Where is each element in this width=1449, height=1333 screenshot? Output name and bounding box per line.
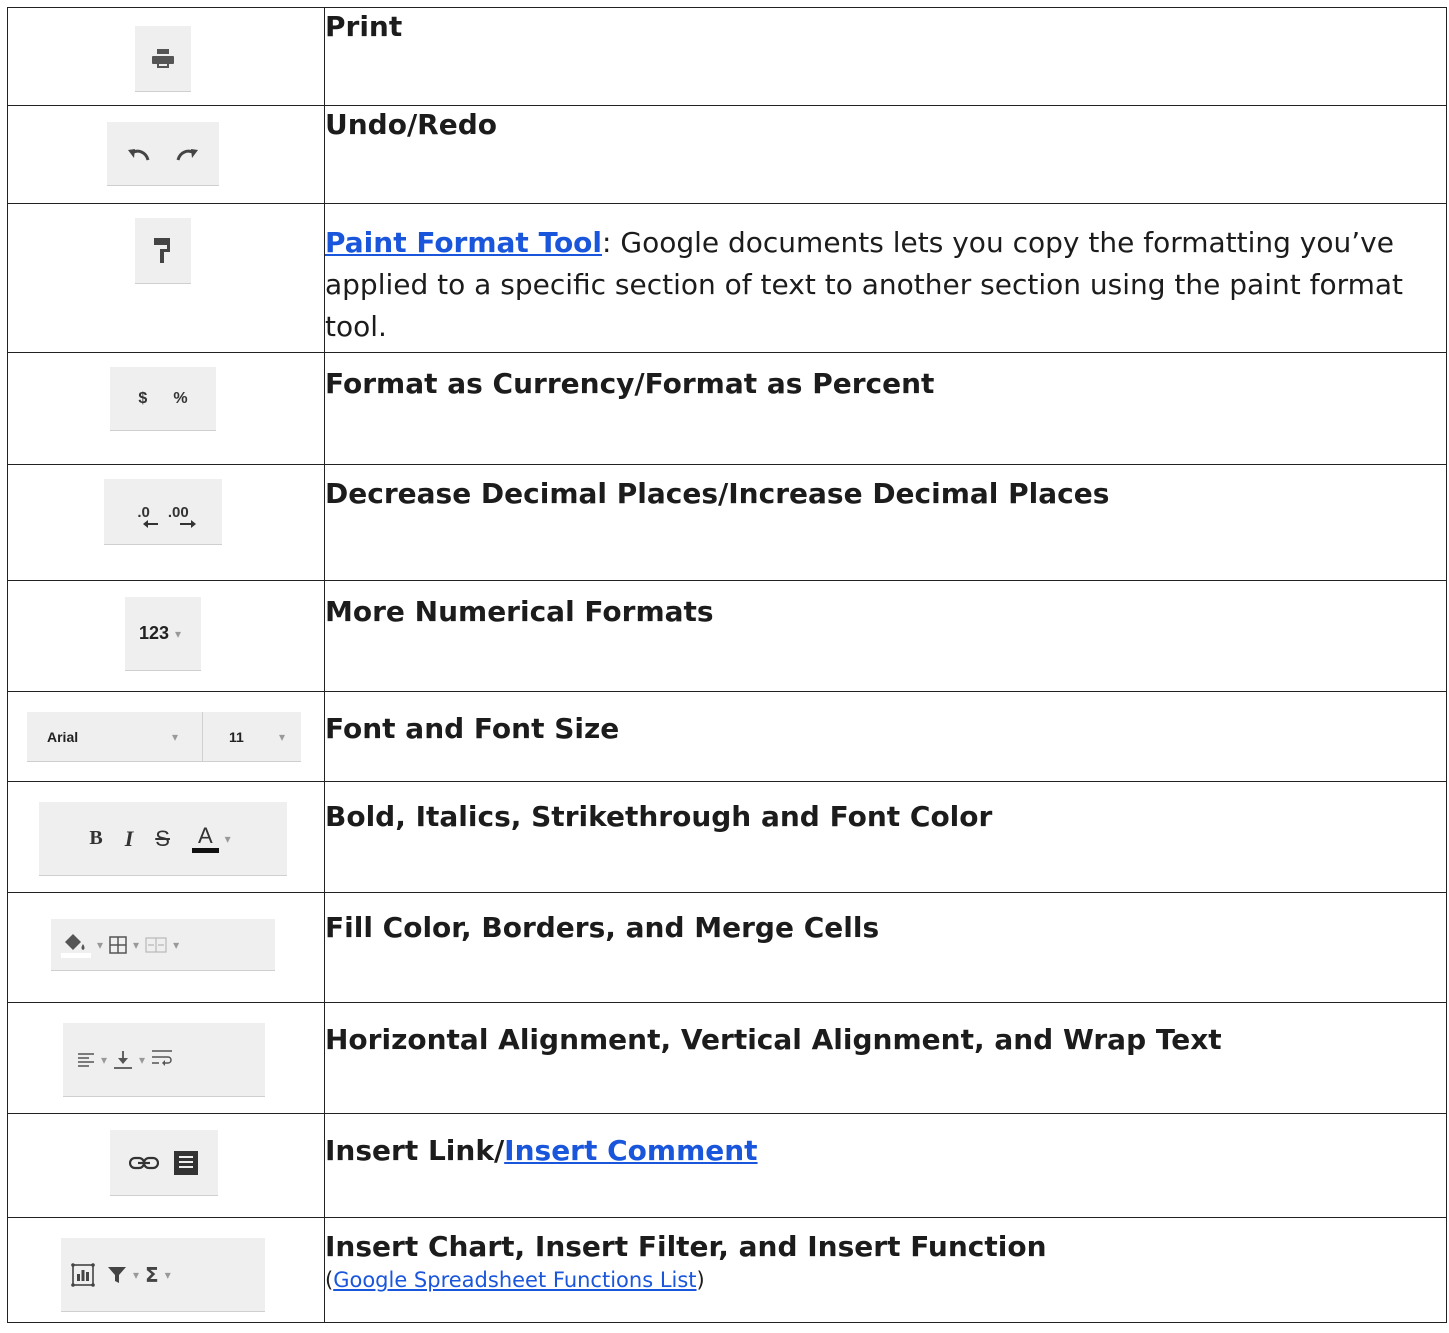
paint-format-button[interactable] [135, 218, 191, 284]
chevron-down-icon: ▾ [101, 1052, 108, 1067]
merge-cells-button[interactable]: ▾ [145, 936, 185, 953]
chevron-down-icon: ▾ [175, 626, 182, 641]
fill-border-merge-buttons: ▾ ▾ ▾ [51, 919, 275, 971]
paint-roller-icon [154, 237, 170, 263]
wrap-text-button[interactable] [151, 1049, 173, 1071]
borders-button[interactable]: ▾ [109, 935, 145, 954]
chevron-down-icon: ▾ [133, 937, 140, 952]
filter-button[interactable]: ▾ [107, 1265, 145, 1285]
chevron-down-icon: ▾ [164, 1267, 171, 1282]
print-icon [152, 48, 174, 68]
chevron-down-icon: ▾ [97, 937, 104, 952]
table-row: 123 ▾ More Numerical Formats [7, 580, 1447, 692]
font-selectors: Arial ▾ 11 ▾ [27, 712, 301, 762]
table-row: ▾ Σ ▾ Insert Chart, Insert Filter, and I… [7, 1217, 1447, 1323]
more-formats-dropdown[interactable]: 123 ▾ [125, 597, 201, 671]
bold-button[interactable]: B [89, 827, 102, 850]
function-button[interactable]: Σ ▾ [145, 1263, 177, 1287]
table-row: $ % Format as Currency/Format as Percent [7, 352, 1447, 465]
increase-decimal-button[interactable]: .00 [168, 502, 196, 528]
table-row: ▾ ▾ Horizontal Alignment, Vertical Align… [7, 1002, 1447, 1114]
font-size-dropdown[interactable]: 11 ▾ [203, 712, 301, 761]
print-button[interactable] [135, 26, 191, 92]
functions-list-link[interactable]: Google Spreadsheet Functions List [333, 1268, 696, 1292]
row-title: Fill Color, Borders, and Merge Cells [325, 911, 880, 944]
align-left-icon [78, 1052, 94, 1067]
currency-button[interactable]: $ [138, 390, 147, 408]
chart-filter-function-buttons: ▾ Σ ▾ [61, 1238, 265, 1312]
row-title: Bold, Italics, Strikethrough and Font Co… [325, 800, 993, 833]
row-title: Decrease Decimal Places/Increase Decimal… [325, 477, 1110, 510]
decimal-places-buttons[interactable]: .0 .00 [104, 479, 222, 545]
chevron-down-icon: ▾ [139, 1052, 146, 1067]
font-color-button[interactable]: A ▾ [191, 824, 237, 853]
toolbar-reference-table: Print Undo/Redo Paint Format Tool: Googl… [7, 7, 1447, 1323]
font-family-dropdown[interactable]: Arial ▾ [27, 712, 203, 761]
table-row: Undo/Redo [7, 105, 1447, 204]
fill-color-button[interactable]: ▾ [61, 932, 109, 958]
row-title: More Numerical Formats [325, 595, 714, 628]
decrease-decimal-button[interactable]: .0 [137, 502, 159, 528]
undo-redo-buttons[interactable] [107, 122, 219, 186]
chevron-down-icon: ▾ [278, 729, 285, 744]
arrow-left-icon [143, 520, 159, 528]
align-bottom-icon [114, 1050, 133, 1069]
horizontal-align-button[interactable]: ▾ [77, 1052, 113, 1068]
filter-icon [108, 1266, 126, 1283]
comment-icon[interactable] [173, 1150, 199, 1176]
functions-note: (Google Spreadsheet Functions List) [325, 1268, 705, 1292]
insert-comment-link[interactable]: Insert Comment [504, 1134, 757, 1167]
paint-format-tool-link[interactable]: Paint Format Tool [325, 226, 602, 259]
table-row: B I S A ▾ Bold, Italics, Strikethrough a… [7, 781, 1447, 893]
vertical-align-button[interactable]: ▾ [113, 1050, 151, 1070]
chevron-down-icon: ▾ [133, 1267, 140, 1282]
link-icon[interactable] [129, 1156, 159, 1170]
table-row: Insert Link/Insert Comment [7, 1113, 1447, 1218]
chart-icon[interactable] [71, 1262, 95, 1287]
strikethrough-button[interactable]: S [155, 826, 170, 852]
table-row: ▾ ▾ ▾ Fill Color, Borders, and Merge Cel… [7, 892, 1447, 1003]
redo-icon[interactable] [174, 146, 200, 162]
sigma-icon: Σ [145, 1262, 159, 1287]
row-title: Horizontal Alignment, Vertical Alignment… [325, 1023, 1222, 1056]
chevron-down-icon: ▾ [171, 729, 178, 744]
table-row: .0 .00 Decrease Decimal Places/Increase … [7, 464, 1447, 581]
text-style-buttons: B I S A ▾ [39, 802, 287, 876]
percent-button[interactable]: % [173, 390, 187, 408]
merge-cells-icon [145, 936, 167, 953]
link-comment-buttons [110, 1130, 218, 1196]
alignment-buttons: ▾ ▾ [63, 1023, 265, 1097]
row-title: Undo/Redo [325, 108, 498, 141]
borders-icon [109, 935, 127, 954]
table-row: Print [7, 7, 1447, 106]
chevron-down-icon: ▾ [224, 831, 231, 846]
italic-button[interactable]: I [125, 826, 134, 852]
arrow-right-icon [179, 520, 196, 528]
table-row: Paint Format Tool: Google documents lets… [7, 203, 1447, 353]
row-title: Insert Chart, Insert Filter, and Insert … [325, 1230, 1047, 1263]
currency-percent-buttons[interactable]: $ % [110, 367, 216, 431]
row-title: Format as Currency/Format as Percent [325, 367, 935, 400]
row-title: Print [325, 10, 403, 43]
paint-bucket-icon [61, 933, 91, 958]
chevron-down-icon: ▾ [173, 937, 180, 952]
wrap-text-icon [152, 1049, 173, 1066]
paint-format-description: Paint Format Tool: Google documents lets… [325, 226, 1404, 343]
row-title: Insert Link/Insert Comment [325, 1134, 758, 1167]
row-title: Font and Font Size [325, 712, 620, 745]
undo-icon[interactable] [126, 146, 152, 162]
table-row: Arial ▾ 11 ▾ Font and Font Size [7, 691, 1447, 782]
